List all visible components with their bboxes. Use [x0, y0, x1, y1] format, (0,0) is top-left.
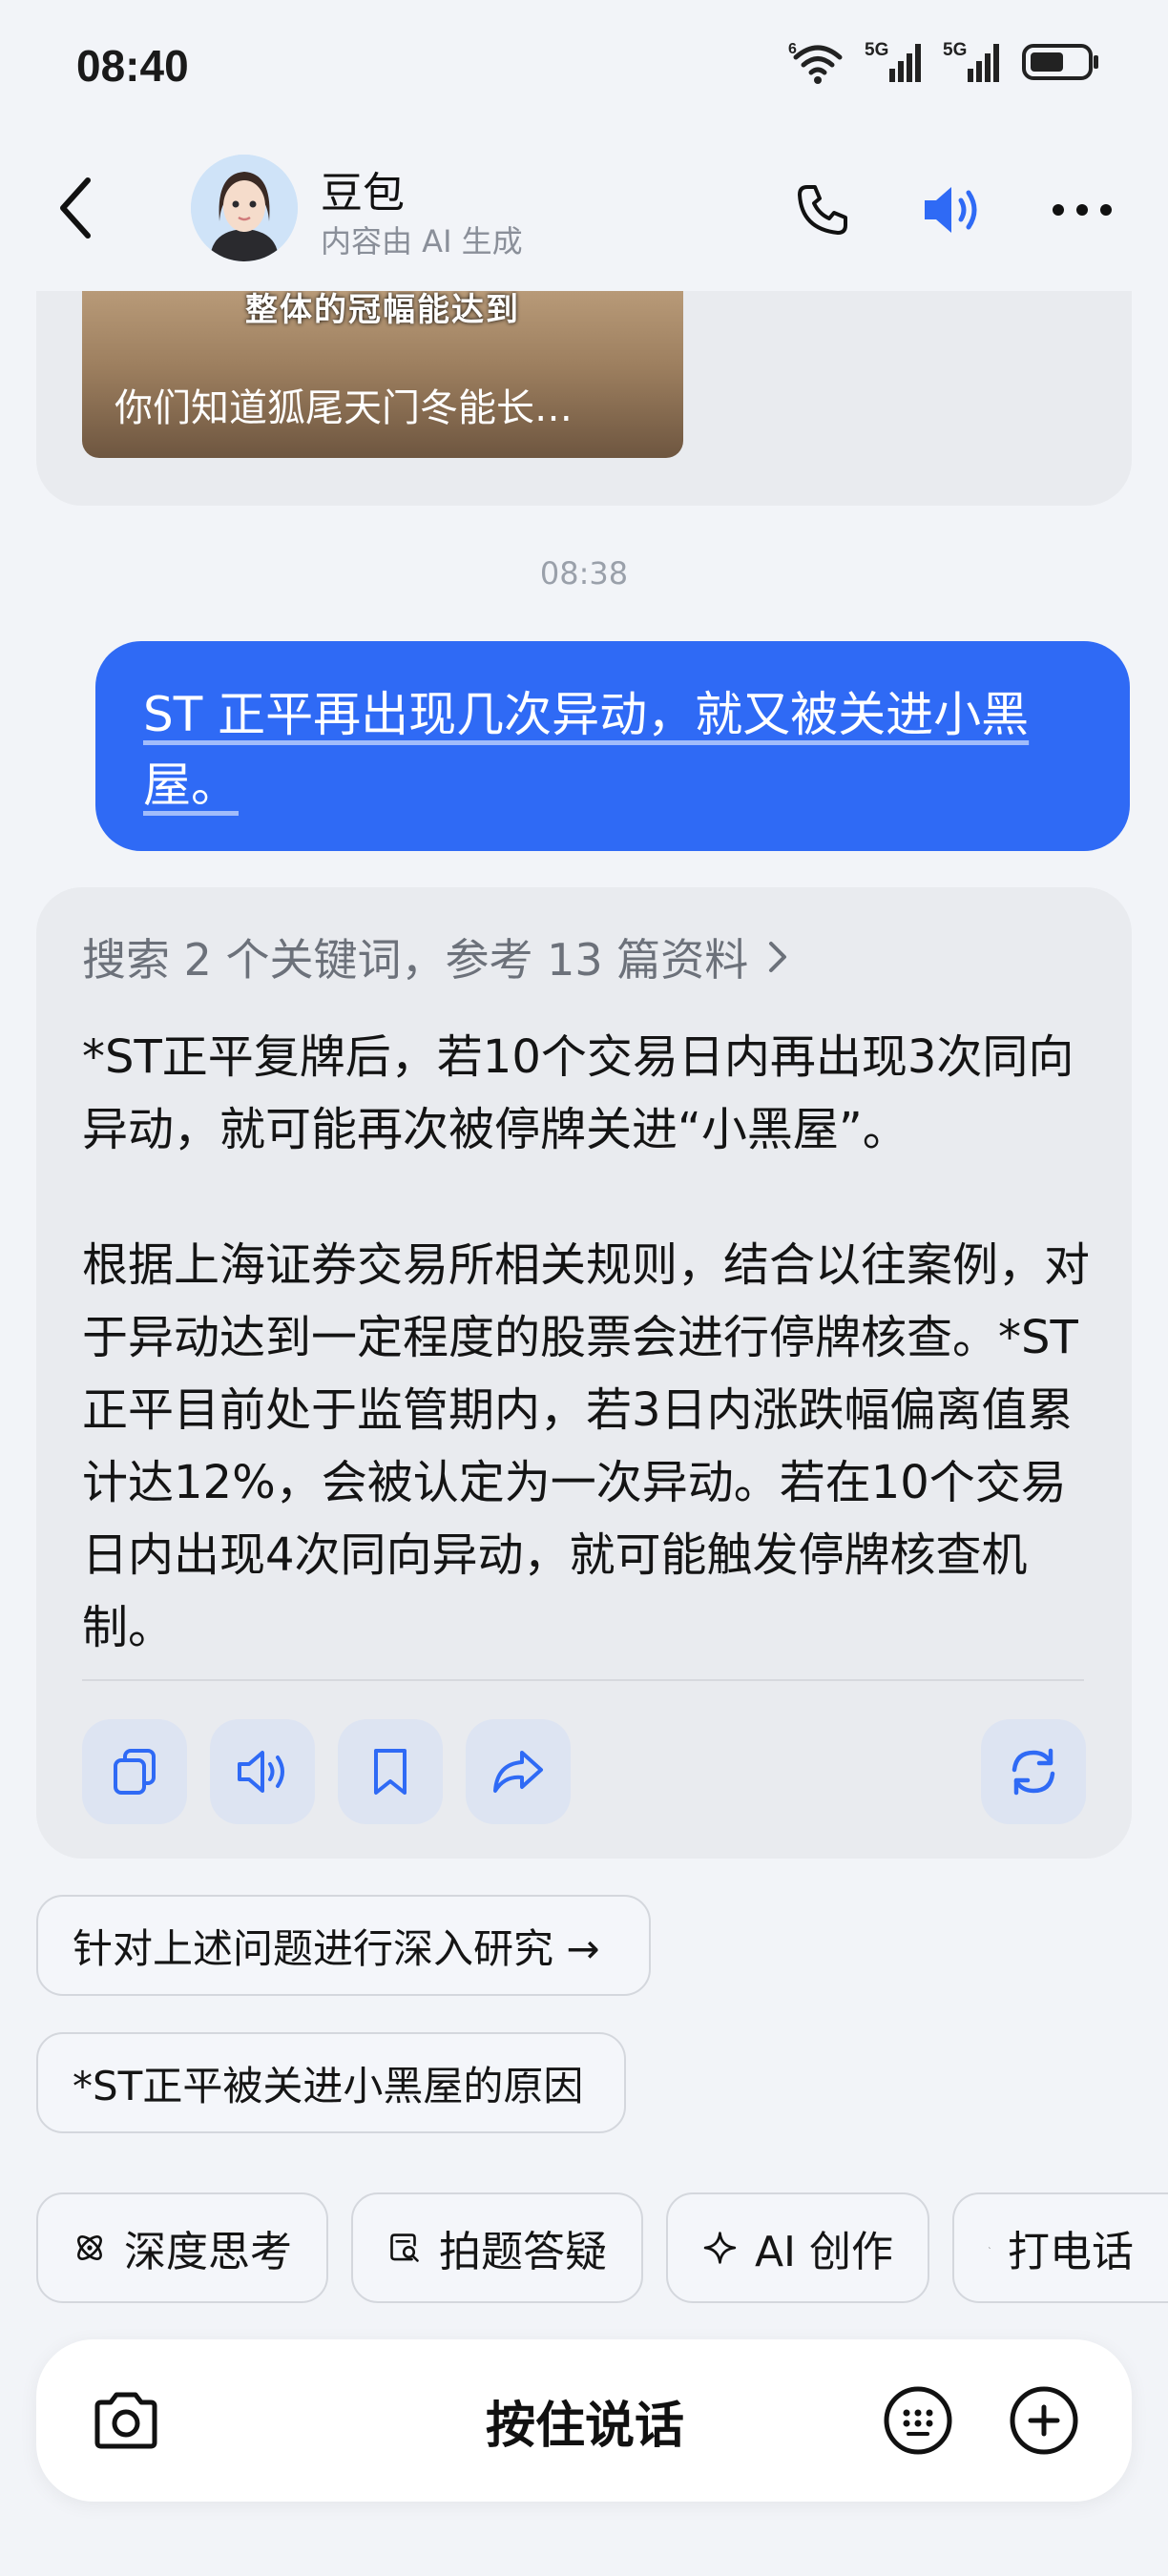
call-button[interactable] — [784, 172, 861, 248]
bot-name: 豆包 — [321, 169, 405, 218]
answer-card: 搜索 2 个关键词，参考 13 篇资料 *ST正平复牌后，若10个交易日内再出现… — [36, 887, 1132, 1859]
hold-to-talk-button[interactable]: 按住说话 — [323, 2339, 847, 2502]
chevron-right-icon — [769, 942, 787, 972]
suggestion-deep-research[interactable]: 针对上述问题进行深入研究 → — [36, 1895, 651, 1996]
atom-icon — [77, 2235, 102, 2260]
answer-paragraph-1: *ST正平复牌后，若10个交易日内再出现3次同向异动，就可能再次被停牌关进“小黑… — [82, 1030, 1074, 1156]
thumbnail-title: 你们知道狐尾天门冬能长… — [115, 386, 573, 430]
read-aloud-icon — [238, 1751, 284, 1793]
keyboard-icon — [884, 2386, 952, 2455]
tool-call[interactable]: 打电话 — [952, 2192, 1168, 2303]
avatar-image — [191, 155, 298, 261]
svg-text:5G: 5G — [865, 40, 888, 60]
suggestion-reason[interactable]: *ST正平被关进小黑屋的原因 — [36, 2032, 626, 2133]
input-bar: 按住说话 — [36, 2339, 1132, 2502]
voice-toggle-button[interactable] — [914, 172, 991, 248]
regenerate-icon — [1012, 1748, 1055, 1796]
copy-button[interactable] — [82, 1719, 187, 1824]
status-icons: 6 5G 5G — [788, 38, 1101, 86]
search-summary-text: 搜索 2 个关键词，参考 13 篇资料 — [82, 934, 749, 986]
signal-icon-2: 5G — [943, 40, 999, 82]
tool-label: 拍题答疑 — [439, 2228, 607, 2276]
search-summary[interactable]: 搜索 2 个关键词，参考 13 篇资料 — [82, 925, 790, 988]
phone-icon — [798, 185, 847, 235]
more-button[interactable] — [1044, 172, 1120, 248]
signal-icon-1: 5G — [865, 40, 921, 82]
tool-label: 深度思考 — [124, 2228, 292, 2276]
camera-button[interactable] — [78, 2373, 174, 2468]
sparkle-icon — [703, 2232, 737, 2264]
divider — [82, 1679, 1084, 1681]
copy-icon — [114, 1749, 156, 1795]
status-bar: 08:40 6 5G 5G — [0, 0, 1168, 134]
status-time: 08:40 — [76, 41, 189, 91]
answer-paragraph-2: 根据上海证券交易所相关规则，结合以往案例，对于异动达到一定程度的股票会进行停牌核… — [82, 1238, 1091, 1654]
svg-text:5G: 5G — [943, 40, 967, 60]
tool-label: AI 创作 — [754, 2228, 893, 2276]
keyboard-button[interactable] — [870, 2373, 966, 2468]
chat-header: 豆包 内容由 AI 生成 — [0, 134, 1168, 291]
speaker-icon — [925, 187, 977, 233]
user-message-bubble[interactable]: ST 正平再出现几次异动，就又被关进小黑屋。 — [95, 641, 1130, 851]
thumbnail-caption: 整体的冠幅能达到 — [245, 291, 520, 329]
battery-icon — [1022, 44, 1098, 80]
ai-generated-label: 内容由 AI 生成 — [321, 223, 523, 260]
share-icon — [493, 1751, 543, 1793]
tool-ai-create[interactable]: AI 创作 — [666, 2192, 929, 2303]
message-timestamp: 08:38 — [539, 555, 629, 592]
back-button[interactable] — [46, 170, 103, 246]
bookmark-icon — [374, 1749, 407, 1795]
add-button[interactable] — [996, 2373, 1092, 2468]
more-icon — [1053, 204, 1112, 216]
photo-search-icon — [390, 2233, 419, 2262]
regenerate-button[interactable] — [981, 1719, 1086, 1824]
tool-photo-answer[interactable]: 拍题答疑 — [351, 2192, 643, 2303]
bookmark-button[interactable] — [338, 1719, 443, 1824]
plus-circle-icon — [1010, 2386, 1078, 2455]
wifi-icon: 6 — [788, 41, 843, 84]
tool-deep-thinking[interactable]: 深度思考 — [36, 2192, 328, 2303]
share-button[interactable] — [466, 1719, 571, 1824]
avatar[interactable] — [191, 155, 298, 261]
video-thumbnail[interactable]: 整体的冠幅能达到 你们知道狐尾天门冬能长… — [82, 291, 683, 458]
tool-label: 打电话 — [1008, 2228, 1134, 2276]
read-aloud-button[interactable] — [210, 1719, 315, 1824]
phone-icon — [989, 2247, 991, 2249]
user-message-text: ST 正平再出现几次异动，就又被关进小黑屋。 — [143, 687, 1030, 813]
camera-icon — [94, 2392, 157, 2449]
back-icon — [60, 177, 91, 239]
